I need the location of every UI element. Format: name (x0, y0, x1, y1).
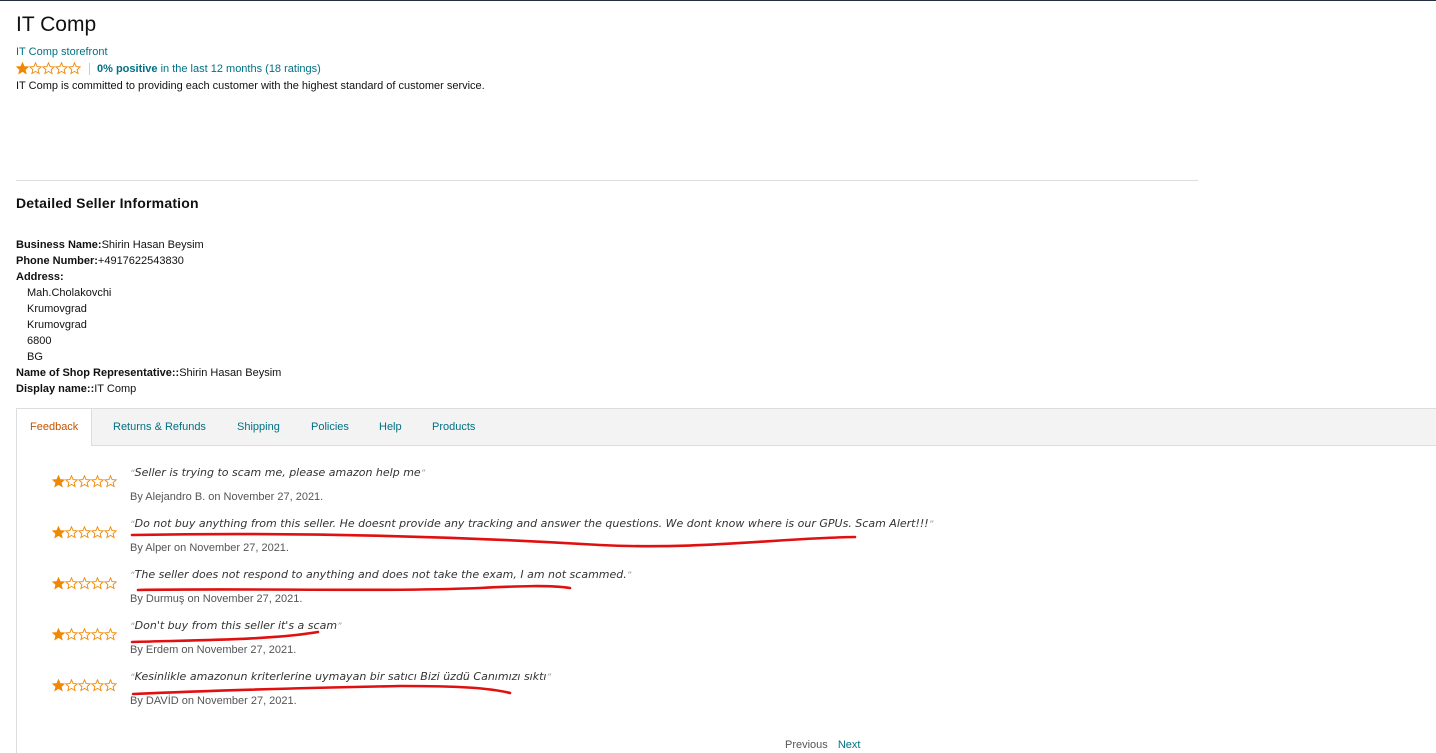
star-icon (78, 628, 91, 641)
rating-summary-link[interactable]: 0% positive in the last 12 months (18 ra… (97, 63, 321, 75)
feedback-stars (52, 628, 117, 641)
star-icon (91, 679, 104, 692)
star-icon (52, 577, 65, 590)
star-icon (42, 62, 55, 75)
feedback-quote: “Seller is trying to scam me, please ama… (130, 466, 426, 479)
pagination: Previous Next (785, 739, 860, 751)
feedback-author: By Alper on November 27, 2021. (130, 542, 289, 554)
rating-stars (16, 62, 81, 75)
star-icon (29, 62, 42, 75)
rating-divider (89, 62, 90, 75)
address-line: 6800 (27, 335, 52, 347)
display-name-row: Display name::IT Comp (16, 381, 281, 397)
feedback-author: By DAVİD on November 27, 2021. (130, 695, 297, 707)
address-line: Krumovgrad (27, 303, 87, 315)
star-icon (91, 577, 104, 590)
rep-row: Name of Shop Representative::Shirin Hasa… (16, 365, 281, 381)
address-row: Address: (16, 269, 281, 285)
star-icon (78, 577, 91, 590)
address-label: Address: (16, 271, 64, 283)
star-icon (78, 679, 91, 692)
feedback-quote: “Do not buy anything from this seller. H… (130, 517, 934, 530)
star-icon (104, 526, 117, 539)
display-name-label: Display name:: (16, 383, 95, 395)
phone-number: +4917622543830 (97, 255, 184, 267)
feedback-stars (52, 577, 117, 590)
tab-shipping[interactable]: Shipping (237, 409, 280, 445)
feedback-author: By Erdem on November 27, 2021. (130, 644, 297, 656)
rating-period: in the last 12 months (18 ratings) (160, 62, 321, 75)
star-icon (52, 679, 65, 692)
seller-tagline: IT Comp is committed to providing each c… (16, 80, 485, 92)
tab-help[interactable]: Help (379, 409, 402, 445)
feedback-stars (52, 475, 117, 488)
tab-policies[interactable]: Policies (311, 409, 349, 445)
phone-row: Phone Number:+4917622543830 (16, 253, 281, 269)
feedback-text: Don't buy from this seller it's a scam (134, 619, 338, 632)
panel-border (16, 444, 17, 753)
feedback-text: Kesinlikle amazonun kriterlerine uymayan… (134, 670, 547, 683)
next-page-button[interactable]: Next (838, 739, 861, 751)
star-icon (78, 526, 91, 539)
seller-info: Business Name:Shirin Hasan Beysim Phone … (16, 237, 281, 397)
address-line: Mah.Cholakovchi (27, 287, 112, 299)
star-icon (78, 475, 91, 488)
annotation-underline (136, 584, 572, 592)
star-icon (91, 526, 104, 539)
business-name-label: Business Name: (16, 239, 102, 251)
star-icon (65, 526, 78, 539)
star-icon (104, 475, 117, 488)
star-icon (52, 475, 65, 488)
business-name: Shirin Hasan Beysim (101, 239, 204, 251)
star-icon (104, 679, 117, 692)
tab-feedback[interactable]: Feedback (16, 409, 93, 446)
top-border (0, 0, 1436, 1)
storefront-link[interactable]: IT Comp storefront (16, 46, 108, 58)
tab-bar: Feedback Returns & Refunds Shipping Poli… (16, 408, 1436, 446)
annotation-underline (130, 630, 320, 644)
display-name: IT Comp (94, 383, 137, 395)
business-name-row: Business Name:Shirin Hasan Beysim (16, 237, 281, 253)
star-icon (91, 628, 104, 641)
feedback-stars (52, 679, 117, 692)
previous-page-button: Previous (785, 739, 828, 751)
feedback-author: By Alejandro B. on November 27, 2021. (130, 491, 324, 503)
address-line: Krumovgrad (27, 319, 87, 331)
feedback-quote: “The seller does not respond to anything… (130, 568, 632, 581)
star-icon (104, 628, 117, 641)
feedback-text: Do not buy anything from this seller. He… (134, 517, 929, 530)
section-title: Detailed Seller Information (16, 195, 199, 211)
star-icon (104, 577, 117, 590)
star-icon (52, 628, 65, 641)
feedback-text: Seller is trying to scam me, please amaz… (134, 466, 421, 479)
star-icon (55, 62, 68, 75)
tab-returns-refunds[interactable]: Returns & Refunds (113, 409, 206, 445)
divider (16, 180, 1198, 181)
star-icon (91, 475, 104, 488)
star-icon (65, 577, 78, 590)
star-icon (65, 679, 78, 692)
feedback-author: By Durmuş on November 27, 2021. (130, 593, 303, 605)
phone-label: Phone Number: (16, 255, 98, 267)
star-icon (65, 628, 78, 641)
rating-percent: 0% positive (97, 62, 158, 75)
star-icon (65, 475, 78, 488)
tab-products[interactable]: Products (432, 409, 475, 445)
star-icon (16, 62, 29, 75)
store-title: IT Comp (16, 13, 97, 36)
feedback-quote: “Don't buy from this seller it's a scam” (130, 619, 342, 632)
address-line: BG (27, 351, 43, 363)
feedback-text: The seller does not respond to anything … (134, 568, 627, 581)
feedback-stars (52, 526, 117, 539)
rep-name: Shirin Hasan Beysim (179, 367, 282, 379)
star-icon (68, 62, 81, 75)
feedback-quote: “Kesinlikle amazonun kriterlerine uymaya… (130, 670, 552, 683)
rep-label: Name of Shop Representative:: (16, 367, 180, 379)
seller-rating: 0% positive in the last 12 months (18 ra… (16, 62, 321, 75)
annotation-underline (131, 684, 512, 696)
star-icon (52, 526, 65, 539)
